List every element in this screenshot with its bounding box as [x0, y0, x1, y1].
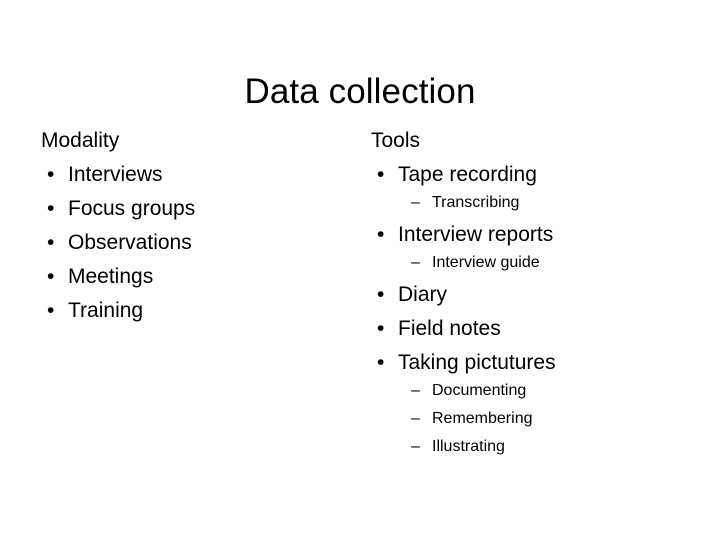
- slide-canvas: Data collection Modality • Interviews • …: [0, 0, 720, 540]
- dash-icon: –: [411, 410, 420, 427]
- list-item: • Interviews: [41, 162, 341, 187]
- sub-bullet-list: – Transcribing: [398, 193, 691, 213]
- sub-list-item-label: Documenting: [432, 382, 527, 399]
- list-item: • Focus groups: [41, 196, 341, 221]
- list-item: • Observations: [41, 230, 341, 255]
- list-item: • Tape recording – Transcribing: [371, 162, 691, 213]
- list-item-label: Taking pictutures: [398, 351, 556, 374]
- list-item: • Meetings: [41, 264, 341, 289]
- dash-icon: –: [411, 438, 420, 455]
- content-column-modality: Modality • Interviews • Focus groups • O…: [41, 128, 341, 332]
- list-item: • Diary: [371, 282, 691, 307]
- sub-list-item: – Remembering: [398, 409, 691, 429]
- sub-list-item: – Transcribing: [398, 193, 691, 213]
- list-item: • Training: [41, 298, 341, 323]
- list-item-label: Interview reports: [398, 223, 554, 246]
- list-item: • Field notes: [371, 316, 691, 341]
- dash-icon: –: [411, 382, 420, 399]
- sub-list-item-label: Remembering: [432, 410, 533, 427]
- list-item-label: Observations: [68, 231, 192, 254]
- list-item-label: Meetings: [68, 265, 154, 288]
- bullet-icon: •: [377, 223, 385, 246]
- dash-icon: –: [411, 194, 420, 211]
- column-heading: Tools: [371, 129, 421, 152]
- list-item-label: Tape recording: [398, 163, 537, 186]
- sub-list-item: – Documenting: [398, 381, 691, 401]
- content-column-tools: Tools • Tape recording – Transcribing • …: [371, 128, 691, 466]
- list-item-label: Focus groups: [68, 197, 196, 220]
- bullet-icon: •: [47, 197, 55, 220]
- sub-bullet-list: – Documenting – Remembering – Illustrati…: [398, 381, 691, 457]
- list-item-label: Training: [68, 299, 144, 322]
- list-item-label: Interviews: [68, 163, 163, 186]
- bullet-icon: •: [377, 351, 385, 374]
- list-item-label: Diary: [398, 283, 448, 306]
- sub-bullet-list: – Interview guide: [398, 253, 691, 273]
- sub-list-item-label: Interview guide: [432, 254, 540, 271]
- bullet-icon: •: [47, 265, 55, 288]
- sub-list-item: – Illustrating: [398, 437, 691, 457]
- dash-icon: –: [411, 254, 420, 271]
- bullet-icon: •: [47, 163, 55, 186]
- bullet-list-modality: • Interviews • Focus groups • Observatio…: [41, 162, 341, 323]
- sub-list-item-label: Transcribing: [432, 194, 520, 211]
- sub-list-item-label: Illustrating: [432, 438, 505, 455]
- column-heading: Modality: [41, 129, 120, 152]
- bullet-icon: •: [47, 299, 55, 322]
- list-item: • Interview reports – Interview guide: [371, 222, 691, 273]
- bullet-list-tools: • Tape recording – Transcribing • Interv…: [371, 162, 691, 457]
- bullet-icon: •: [377, 283, 385, 306]
- page-title: Data collection: [244, 72, 476, 112]
- bullet-icon: •: [377, 163, 385, 186]
- list-item: • Taking pictutures – Documenting – Reme…: [371, 350, 691, 457]
- bullet-icon: •: [47, 231, 55, 254]
- list-item-label: Field notes: [398, 317, 501, 340]
- bullet-icon: •: [377, 317, 385, 340]
- sub-list-item: – Interview guide: [398, 253, 691, 273]
